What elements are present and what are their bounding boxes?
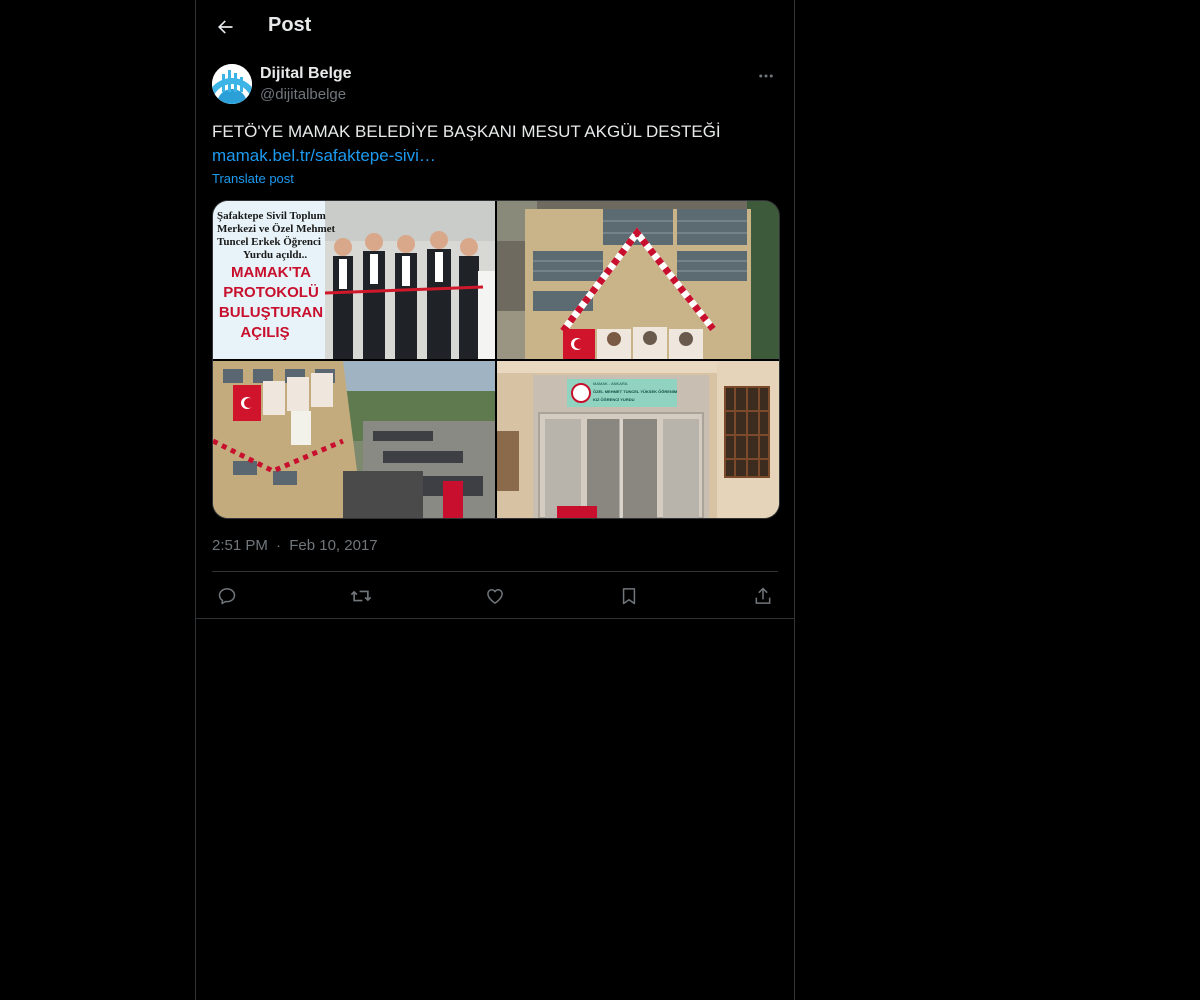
translate-post-link[interactable]: Translate post [212,171,294,186]
arrow-left-icon [218,20,233,34]
avatar[interactable] [212,64,252,104]
sign-line-1: MAMAK - ANKARA [593,381,628,386]
share-icon [755,587,771,604]
caption-line-1: Şafaktepe Sivil Toplum [217,210,326,222]
post-timestamp: 2:51 PM · Feb 10, 2017 [212,537,378,554]
sign-line-2: ÖZEL MEHMET TUNCEL YÜKSEK ÖĞRENİM [593,389,678,394]
share-button[interactable] [751,584,775,608]
post-link[interactable]: mamak.bel.tr/safaktepe-sivi… [212,144,436,168]
post-text: FETÖ'YE MAMAK BELEDİYE BAŞKANI MESUT AKG… [212,122,721,141]
page-title: Post [268,14,312,36]
back-button[interactable] [208,10,242,44]
media-image-building[interactable] [497,201,779,359]
post-date[interactable]: Feb 10, 2017 [289,537,377,554]
repost-icon [350,590,372,602]
caption-line-3: Tuncel Erkek Öğrenci [217,235,321,248]
headline-line-3: BULUŞTURAN [219,304,323,321]
headline-line-2: PROTOKOLÜ [223,284,319,301]
action-bar [212,572,778,620]
more-dots-icon [759,74,773,78]
avatar-logo [212,64,252,104]
like-button[interactable] [483,584,507,608]
main-column: Post Dijital Belge @dijitalbelge FETÖ'YE… [195,0,795,1000]
bookmark-button[interactable] [617,584,641,608]
caption-line-4: Yurdu açıldı.. [243,249,307,261]
author-handle[interactable]: @dijitalbelge [260,86,346,103]
headline-line-4: AÇILIŞ [240,324,289,341]
media-image-ceremony[interactable]: Şafaktepe Sivil Toplum Merkezi ve Özel M… [213,201,495,359]
reply-button[interactable] [215,584,239,608]
author-name[interactable]: Dijital Belge [260,65,352,83]
post-bottom-border [196,618,794,619]
headline-line-1: MAMAK'TA [231,264,311,281]
media-grid: Şafaktepe Sivil Toplum Merkezi ve Özel M… [212,200,780,519]
repost-button[interactable] [349,584,373,608]
media-image-aerial[interactable] [213,361,495,518]
sign-line-3: KIZ ÖĞRENCİ YURDU [593,397,635,402]
reply-icon [218,588,236,605]
top-bar: Post [196,0,794,53]
post-time[interactable]: 2:51 PM [212,537,268,554]
meta-separator: · [276,537,282,554]
caption-line-2: Merkezi ve Özel Mehmet [217,222,336,235]
more-options-button[interactable] [754,64,778,88]
heart-icon [487,589,503,604]
media-image-entrance[interactable]: MAMAK - ANKARA ÖZEL MEHMET TUNCEL YÜKSEK… [497,361,779,518]
bookmark-icon [622,588,636,605]
